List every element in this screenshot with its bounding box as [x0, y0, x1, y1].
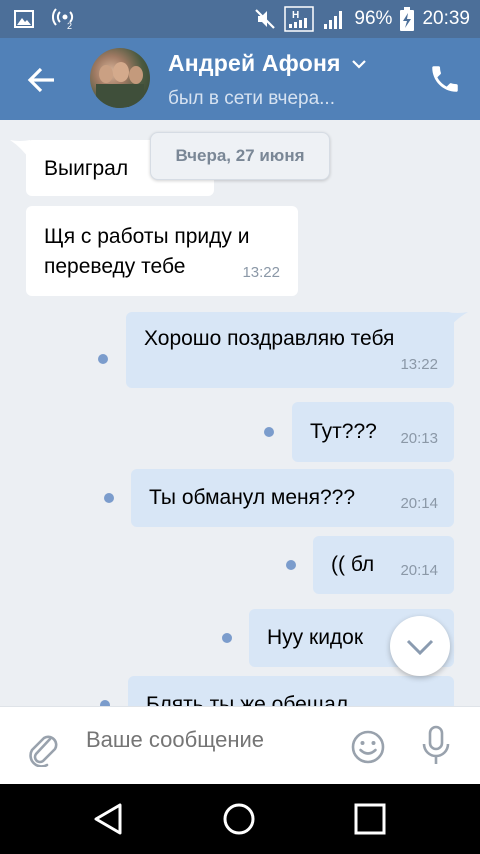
- nav-home-icon[interactable]: [221, 801, 257, 837]
- signal-icon: [324, 11, 343, 29]
- message-bubble-incoming[interactable]: Щя с работы приду и переведу тебе 13:22: [26, 206, 298, 296]
- message-time: 20:14: [400, 495, 438, 512]
- message-bubble-outgoing[interactable]: (( бл 20:14: [313, 536, 454, 594]
- message-text: Блять ты же обещал: [146, 693, 349, 706]
- contact-title[interactable]: Андрей Афоня: [168, 50, 367, 77]
- battery-charging-icon: [400, 7, 415, 31]
- message-bubble-outgoing[interactable]: Ты обманул меня??? 20:14: [131, 469, 454, 527]
- system-nav-bar: [0, 784, 480, 854]
- unread-indicator: [222, 633, 232, 643]
- message-text: Тут???: [310, 420, 377, 443]
- nav-recents-icon[interactable]: [352, 801, 388, 837]
- phone-call-icon[interactable]: [428, 62, 462, 96]
- message-text: Ты обманул меня???: [149, 486, 356, 509]
- mute-icon: [255, 9, 276, 29]
- unread-indicator: [286, 560, 296, 570]
- last-seen-status: был в сети вчера...: [168, 88, 335, 109]
- emoji-icon[interactable]: [350, 729, 386, 765]
- message-text: Выиграл: [44, 157, 129, 180]
- clock: 20:39: [422, 8, 470, 29]
- message-bubble-outgoing[interactable]: Блять ты же обещал: [128, 676, 454, 706]
- microphone-icon[interactable]: [420, 725, 452, 767]
- message-time: 20:13: [400, 430, 438, 447]
- status-bar: 2 H 96% 20:39: [0, 0, 480, 38]
- chevron-down-icon: [406, 639, 434, 656]
- message-text: Хорошо поздравляю тебя: [144, 327, 395, 350]
- scroll-to-bottom-button[interactable]: [390, 616, 450, 676]
- paperclip-icon[interactable]: [24, 727, 60, 767]
- contact-avatar[interactable]: [90, 48, 150, 108]
- message-composer: [0, 706, 480, 784]
- message-bubble-outgoing[interactable]: Тут??? 20:13: [292, 402, 454, 462]
- signal-h-icon: H: [284, 6, 315, 32]
- svg-text:H: H: [292, 10, 299, 21]
- message-bubble-outgoing[interactable]: Хорошо поздравляю тебя 13:22: [126, 312, 454, 388]
- chat-header: Андрей Афоня был в сети вчера...: [0, 38, 480, 120]
- unread-indicator: [98, 354, 108, 364]
- svg-text:2: 2: [67, 21, 72, 30]
- back-arrow-icon[interactable]: [22, 60, 62, 100]
- message-text: Нуу кидок: [267, 626, 364, 649]
- message-list[interactable]: Выиграл 13:21 Вчера, 27 июня Щя с работы…: [0, 120, 480, 706]
- message-input[interactable]: [86, 727, 336, 753]
- message-text: (( бл: [331, 553, 375, 576]
- nav-back-icon[interactable]: [90, 801, 126, 837]
- chevron-down-icon: [351, 59, 366, 69]
- message-time: 20:14: [400, 562, 438, 579]
- gallery-notification-icon: [14, 10, 34, 28]
- date-chip: Вчера, 27 июня: [150, 132, 330, 180]
- hotspot-icon: 2: [52, 8, 74, 30]
- unread-indicator: [104, 493, 114, 503]
- message-time: 13:22: [400, 356, 438, 373]
- battery-percent: 96%: [354, 8, 393, 29]
- contact-name: Андрей Афоня: [168, 50, 341, 76]
- unread-indicator: [264, 427, 274, 437]
- message-time: 13:22: [242, 264, 280, 281]
